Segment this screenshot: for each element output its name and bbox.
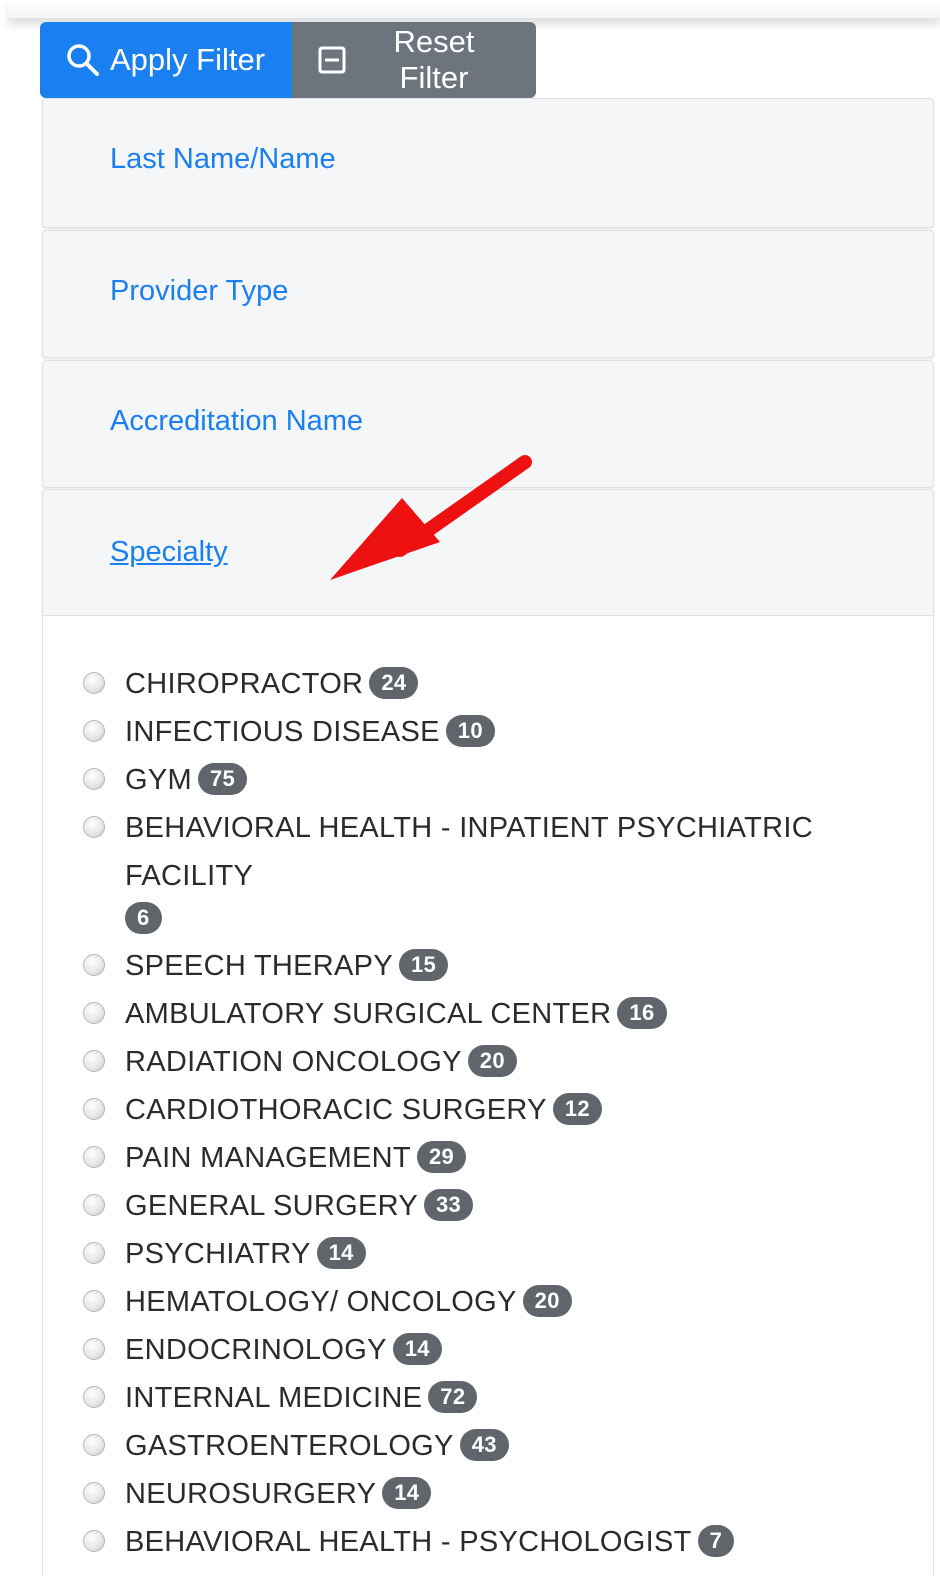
specialty-label: SPEECH THERAPY: [125, 950, 393, 982]
radio-button[interactable]: [83, 1050, 105, 1072]
specialty-label: ENDOCRINOLOGY: [125, 1334, 387, 1366]
list-item[interactable]: CARDIOTHORACIC SURGERY 12: [83, 1086, 825, 1134]
specialty-label: CARDIOTHORACIC SURGERY: [125, 1094, 547, 1126]
radio-button[interactable]: [83, 1386, 105, 1408]
arrow-icon: [330, 455, 532, 580]
radio-button[interactable]: [83, 1194, 105, 1216]
count-badge: 72: [428, 1381, 478, 1414]
reset-filter-label: Reset Filter: [393, 24, 475, 95]
radio-button[interactable]: [83, 1434, 105, 1456]
count-badge: 75: [197, 763, 248, 796]
apply-filter-button[interactable]: Apply Filter: [40, 22, 292, 98]
radio-button[interactable]: [83, 720, 105, 742]
radio-button[interactable]: [83, 1242, 105, 1264]
minus-square-icon: [318, 46, 346, 74]
count-badge: 10: [445, 715, 495, 748]
list-item[interactable]: INFECTIOUS DISEASE 10: [83, 708, 825, 756]
specialty-label: NEUROSURGERY: [125, 1478, 377, 1510]
top-bar: [8, 0, 940, 19]
filter-button-group: Apply Filter Reset Filter: [40, 22, 536, 98]
reset-filter-button[interactable]: Reset Filter: [292, 22, 536, 98]
search-icon: [67, 44, 99, 76]
count-badge: 24: [369, 667, 419, 700]
specialty-label: PAIN MANAGEMENT: [125, 1142, 411, 1174]
specialty-label: BEHAVIORAL HEALTH - PSYCHOLOGIST: [125, 1526, 692, 1558]
panel-provider-type: Provider Type: [42, 230, 934, 358]
count-badge: 14: [392, 1333, 442, 1366]
count-badge: 20: [522, 1285, 572, 1318]
list-item[interactable]: CHIROPRACTOR 24: [83, 660, 825, 708]
radio-button[interactable]: [83, 1290, 105, 1312]
specialty-label: INTERNAL MEDICINE: [125, 1382, 423, 1414]
list-item[interactable]: INTERNAL MEDICINE 72: [83, 1374, 825, 1422]
specialty-label: AMBULATORY SURGICAL CENTER: [125, 998, 612, 1030]
radio-button[interactable]: [83, 1530, 105, 1552]
list-item[interactable]: GASTROENTEROLOGY 43: [83, 1422, 825, 1470]
radio-button[interactable]: [83, 954, 105, 976]
specialty-list-container: CHIROPRACTOR 24 INFECTIOUS DISEASE 10 GYM 75 B…: [42, 615, 934, 1576]
count-badge: 33: [423, 1189, 474, 1222]
panel-last-name: Last Name/Name: [42, 98, 934, 228]
specialty-list: CHIROPRACTOR 24 INFECTIOUS DISEASE 10 GYM 75 B…: [83, 660, 825, 1566]
panel-title-provider-type[interactable]: Provider Type: [110, 275, 288, 308]
radio-button[interactable]: [83, 1482, 105, 1504]
list-item[interactable]: BEHAVIORAL HEALTH - INPATIENT PSYCHIATRI…: [83, 804, 825, 936]
list-item[interactable]: PSYCHIATRY 14: [83, 1230, 825, 1278]
count-badge: 6: [125, 902, 162, 934]
list-item[interactable]: RADIATION ONCOLOGY 20: [83, 1038, 825, 1086]
count-badge: 14: [382, 1477, 432, 1510]
panel-title-specialty[interactable]: Specialty: [110, 536, 228, 569]
radio-button[interactable]: [83, 816, 105, 838]
count-badge: 29: [416, 1141, 467, 1174]
radio-button[interactable]: [83, 672, 105, 694]
panel-title-last-name[interactable]: Last Name/Name: [110, 143, 336, 176]
radio-button[interactable]: [83, 768, 105, 790]
specialty-label: INFECTIOUS DISEASE: [125, 716, 440, 748]
specialty-label: HEMATOLOGY/ ONCOLOGY: [125, 1286, 517, 1318]
radio-button[interactable]: [83, 1002, 105, 1024]
count-badge: 20: [467, 1045, 517, 1078]
count-badge: 12: [552, 1093, 602, 1126]
list-item[interactable]: BEHAVIORAL HEALTH - PSYCHOLOGIST 7: [83, 1518, 825, 1566]
specialty-label: RADIATION ONCOLOGY: [125, 1046, 462, 1078]
list-item[interactable]: NEUROSURGERY 14: [83, 1470, 825, 1518]
list-item[interactable]: HEMATOLOGY/ ONCOLOGY 20: [83, 1278, 825, 1326]
count-badge: 43: [459, 1429, 509, 1462]
count-badge: 14: [316, 1237, 366, 1270]
radio-button[interactable]: [83, 1098, 105, 1120]
specialty-label: PSYCHIATRY: [125, 1238, 311, 1270]
list-item[interactable]: GENERAL SURGERY 33: [83, 1182, 825, 1230]
radio-button[interactable]: [83, 1338, 105, 1360]
count-badge: 7: [697, 1525, 735, 1558]
apply-filter-label: Apply Filter: [110, 42, 266, 77]
list-item[interactable]: AMBULATORY SURGICAL CENTER 16: [83, 990, 825, 1038]
count-badge: 15: [398, 949, 449, 982]
list-item[interactable]: GYM 75: [83, 756, 825, 804]
list-item[interactable]: SPEECH THERAPY 15: [83, 942, 825, 990]
specialty-label: GYM: [125, 764, 192, 796]
radio-button[interactable]: [83, 1146, 105, 1168]
specialty-label: CHIROPRACTOR: [125, 668, 364, 700]
specialty-label: GENERAL SURGERY: [125, 1190, 418, 1222]
specialty-label: BEHAVIORAL HEALTH - INPATIENT PSYCHIATRI…: [125, 812, 814, 892]
count-badge: 16: [617, 997, 667, 1030]
list-item[interactable]: ENDOCRINOLOGY 14: [83, 1326, 825, 1374]
panel-title-accreditation-name[interactable]: Accreditation Name: [110, 405, 363, 438]
specialty-label: GASTROENTEROLOGY: [125, 1430, 454, 1462]
list-item[interactable]: PAIN MANAGEMENT 29: [83, 1134, 825, 1182]
